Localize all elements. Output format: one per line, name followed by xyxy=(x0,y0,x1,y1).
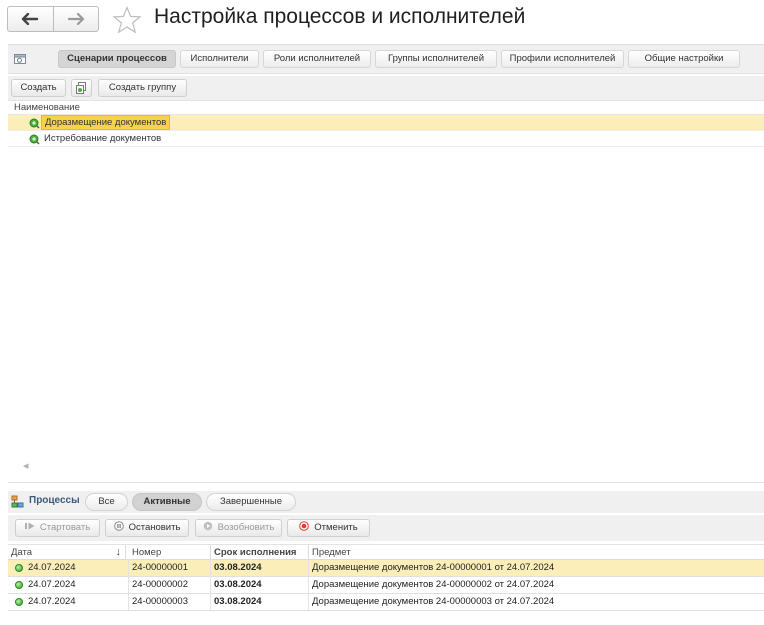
list-item-label: Истребование документов xyxy=(44,133,162,144)
tab-process-scenarios[interactable]: Сценарии процессов xyxy=(58,50,176,68)
active-status-icon xyxy=(15,564,23,572)
star-icon xyxy=(112,5,142,34)
arrow-left-icon xyxy=(22,13,39,25)
scenario-list: Наименование Доразмещение документов Ист… xyxy=(8,100,764,483)
cancel-button[interactable]: Отменить xyxy=(287,519,370,537)
favorite-button[interactable] xyxy=(112,5,142,37)
cell-date: 24.07.2024 xyxy=(25,577,129,593)
table-header: Дата ↓ Номер Срок исполнения Предмет xyxy=(8,544,764,560)
processes-table: Дата ↓ Номер Срок исполнения Предмет 24.… xyxy=(8,544,764,625)
column-header-date-label: Дата xyxy=(11,547,33,558)
table-row[interactable]: 24.07.2024 24-00000001 03.08.2024 Доразм… xyxy=(8,560,764,577)
column-header-date[interactable]: Дата ↓ xyxy=(8,545,126,560)
process-scenario-icon xyxy=(29,134,40,145)
cell-date: 24.07.2024 xyxy=(25,594,129,610)
stop-button-label: Остановить xyxy=(128,522,181,533)
cell-deadline: 03.08.2024 xyxy=(211,560,309,576)
cell-deadline: 03.08.2024 xyxy=(211,594,309,610)
filter-completed[interactable]: Завершенные xyxy=(206,493,296,511)
resume-icon xyxy=(203,522,212,531)
active-status-icon xyxy=(15,581,23,589)
cell-number: 24-00000001 xyxy=(129,560,211,576)
column-header-subject[interactable]: Предмет xyxy=(309,545,764,560)
column-header-deadline[interactable]: Срок исполнения xyxy=(211,545,309,560)
processes-title: Процессы xyxy=(29,495,80,506)
list-item-label: Доразмещение документов xyxy=(41,115,171,130)
table-row[interactable]: 24.07.2024 24-00000002 03.08.2024 Доразм… xyxy=(8,577,764,594)
cell-number: 24-00000002 xyxy=(129,577,211,593)
process-scenario-icon xyxy=(29,118,40,129)
create-group-button[interactable]: Создать группу xyxy=(98,79,187,97)
section-tabs: Сценарии процессов Исполнители Роли испо… xyxy=(8,44,764,74)
filter-active[interactable]: Активные xyxy=(132,493,202,511)
tab-performer-profiles[interactable]: Профили исполнителей xyxy=(501,50,624,68)
tab-performer-groups[interactable]: Группы исполнителей xyxy=(375,50,497,68)
tab-performer-roles[interactable]: Роли исполнителей xyxy=(263,50,371,68)
copy-button[interactable] xyxy=(71,79,92,97)
pause-icon xyxy=(113,521,124,532)
tab-general-settings[interactable]: Общие настройки xyxy=(628,50,740,68)
start-icon xyxy=(24,522,35,530)
cell-subject: Доразмещение документов 24-00000003 от 2… xyxy=(312,596,555,607)
start-button-label: Стартовать xyxy=(39,522,91,533)
active-status-icon xyxy=(15,598,23,606)
processes-icon xyxy=(11,495,24,508)
column-header-number[interactable]: Номер xyxy=(129,545,211,560)
table-row[interactable]: 24.07.2024 24-00000003 03.08.2024 Доразм… xyxy=(8,594,764,611)
navigation-buttons xyxy=(7,6,99,32)
back-button[interactable] xyxy=(8,7,53,31)
sort-arrow-icon: ↓ xyxy=(115,546,122,558)
copy-document-icon xyxy=(76,82,86,94)
cell-subject: Доразмещение документов 24-00000001 от 2… xyxy=(312,562,555,573)
arrow-right-icon xyxy=(67,13,84,25)
list-item[interactable]: Доразмещение документов xyxy=(8,115,764,131)
cell-number: 24-00000003 xyxy=(129,594,211,610)
page-title: Настройка процессов и исполнителей xyxy=(154,5,526,28)
scroll-left-arrow[interactable]: ◀ xyxy=(23,462,28,470)
cell-subject: Доразмещение документов 24-00000002 от 2… xyxy=(312,579,555,590)
cancel-record-icon xyxy=(299,521,310,532)
list-item[interactable]: Истребование документов xyxy=(8,131,764,147)
process-actions-toolbar: Стартовать Остановить Возобновить Отмени… xyxy=(8,515,764,541)
tab-performers[interactable]: Исполнители xyxy=(180,50,259,68)
column-header-name[interactable]: Наименование xyxy=(8,101,764,115)
start-button[interactable]: Стартовать xyxy=(15,519,100,537)
filter-all[interactable]: Все xyxy=(85,493,128,511)
processes-bar: Процессы Все Активные Завершенные xyxy=(8,491,764,513)
scenarios-toolbar: Создать Создать группу xyxy=(8,76,764,100)
forward-button[interactable] xyxy=(52,7,99,31)
resume-button[interactable]: Возобновить xyxy=(195,519,282,537)
resume-button-label: Возобновить xyxy=(217,522,275,533)
settings-panel-icon[interactable] xyxy=(14,53,26,65)
cancel-button-label: Отменить xyxy=(314,522,358,533)
cell-date: 24.07.2024 xyxy=(25,560,129,576)
stop-button[interactable]: Остановить xyxy=(105,519,189,537)
cell-deadline: 03.08.2024 xyxy=(211,577,309,593)
create-button[interactable]: Создать xyxy=(11,79,66,97)
window-header: Настройка процессов и исполнителей xyxy=(0,0,764,40)
